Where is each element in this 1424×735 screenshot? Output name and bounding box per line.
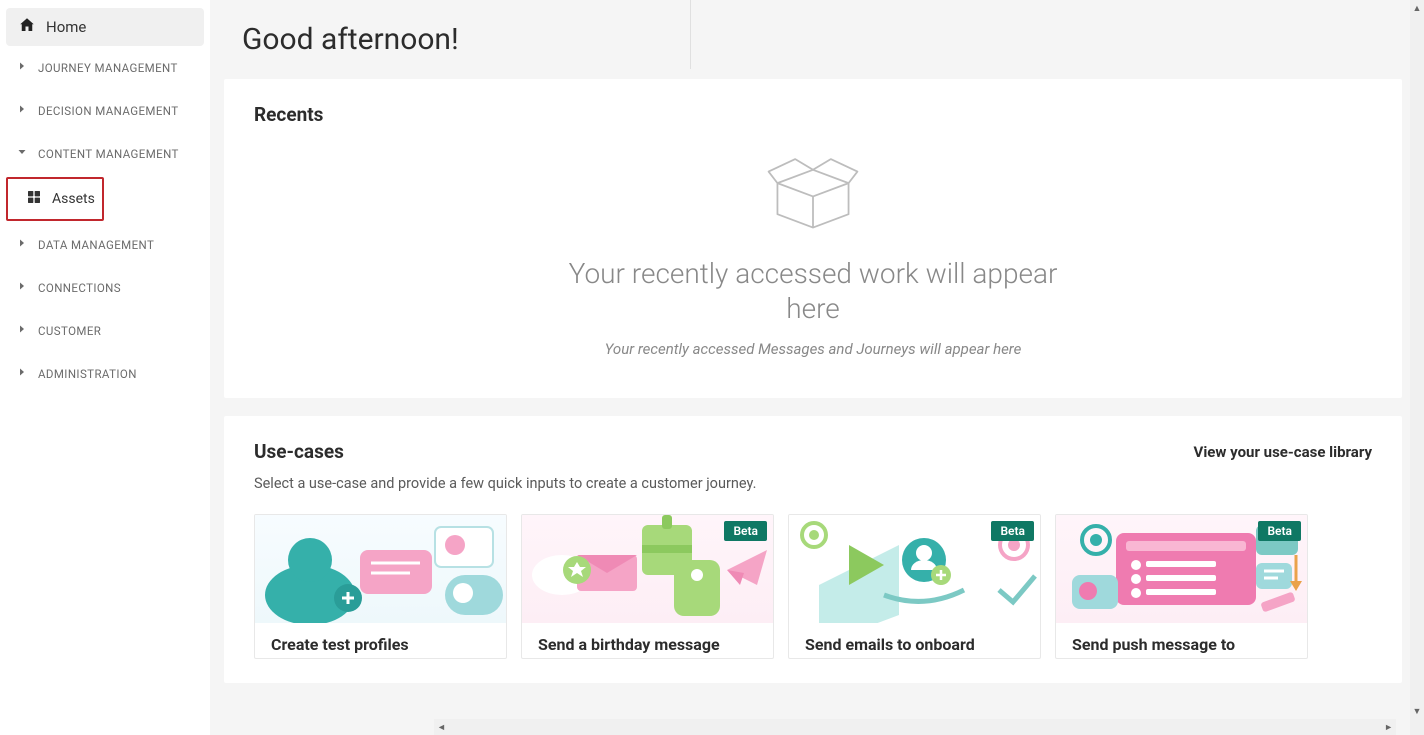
chevron-right-icon bbox=[16, 103, 28, 118]
nav-section-label: CONTENT MANAGEMENT bbox=[38, 147, 179, 161]
chevron-right-icon bbox=[16, 237, 28, 252]
beta-badge: Beta bbox=[991, 521, 1034, 541]
nav-section-content-management[interactable]: CONTENT MANAGEMENT bbox=[6, 132, 204, 175]
chevron-right-icon bbox=[16, 366, 28, 381]
usecases-card: Use-cases View your use-case library Sel… bbox=[224, 416, 1402, 683]
home-icon bbox=[18, 16, 36, 38]
nav-section-decision-management[interactable]: DECISION MANAGEMENT bbox=[6, 89, 204, 132]
usecases-grid: Create test profiles bbox=[254, 514, 1372, 659]
scroll-up-icon[interactable]: ▲ bbox=[1410, 0, 1424, 16]
scroll-right-icon[interactable]: ► bbox=[1384, 722, 1393, 733]
recents-empty-state: Your recently accessed work will appear … bbox=[254, 142, 1372, 358]
page-greeting: Good afternoon! bbox=[224, 0, 1402, 79]
usecases-description: Select a use-case and provide a few quic… bbox=[254, 475, 1372, 492]
chevron-right-icon bbox=[16, 280, 28, 295]
nav-item-label: Assets bbox=[52, 191, 95, 207]
nav-section-label: ADMINISTRATION bbox=[38, 367, 137, 381]
chevron-right-icon bbox=[16, 60, 28, 75]
nav-section-label: CUSTOMER bbox=[38, 324, 101, 338]
chevron-right-icon bbox=[16, 323, 28, 338]
assets-icon bbox=[26, 189, 42, 209]
usecase-card-birthday-message[interactable]: Beta Send a birthday message bbox=[521, 514, 774, 659]
scroll-left-icon[interactable]: ◄ bbox=[437, 722, 446, 733]
recents-empty-subtext: Your recently accessed Messages and Jour… bbox=[605, 340, 1022, 358]
recents-card: Recents Your recently accessed work will… bbox=[224, 79, 1402, 398]
usecase-illustration: Beta bbox=[1056, 515, 1307, 623]
sidebar: Home JOURNEY MANAGEMENT DECISION MANAGEM… bbox=[0, 0, 210, 735]
usecases-title: Use-cases bbox=[254, 440, 344, 463]
nav-section-administration[interactable]: ADMINISTRATION bbox=[6, 352, 204, 395]
usecase-card-onboard-emails[interactable]: Beta Send emails to onboard bbox=[788, 514, 1041, 659]
usecase-card-title: Send push message to bbox=[1056, 623, 1307, 658]
nav-section-customer[interactable]: CUSTOMER bbox=[6, 309, 204, 352]
nav-section-journey-management[interactable]: JOURNEY MANAGEMENT bbox=[6, 46, 204, 89]
usecase-illustration: Beta bbox=[522, 515, 773, 623]
nav-section-label: CONNECTIONS bbox=[38, 281, 121, 295]
chevron-down-icon bbox=[16, 146, 28, 161]
tutorial-highlight: Assets bbox=[6, 177, 104, 221]
nav-section-connections[interactable]: CONNECTIONS bbox=[6, 266, 204, 309]
nav-section-label: DECISION MANAGEMENT bbox=[38, 104, 178, 118]
usecase-card-title: Send emails to onboard bbox=[789, 623, 1040, 658]
scroll-down-icon[interactable]: ▼ bbox=[1410, 703, 1424, 719]
recents-empty-heading: Your recently accessed work will appear … bbox=[553, 256, 1073, 326]
open-box-icon bbox=[758, 152, 868, 236]
main-content: Good afternoon! Recents Your recently ac… bbox=[210, 0, 1410, 735]
nav-section-label: DATA MANAGEMENT bbox=[38, 238, 154, 252]
recents-title: Recents bbox=[254, 103, 1372, 126]
usecase-card-push-message[interactable]: Beta Send push message to bbox=[1055, 514, 1308, 659]
nav-item-assets[interactable]: Assets bbox=[8, 179, 102, 219]
usecase-illustration bbox=[255, 515, 506, 623]
nav-section-data-management[interactable]: DATA MANAGEMENT bbox=[6, 223, 204, 266]
usecase-illustration: Beta bbox=[789, 515, 1040, 623]
beta-badge: Beta bbox=[724, 521, 767, 541]
nav-home[interactable]: Home bbox=[6, 8, 204, 46]
usecase-card-create-test-profiles[interactable]: Create test profiles bbox=[254, 514, 507, 659]
page-scrollbar[interactable]: ▲ ▼ bbox=[1410, 0, 1424, 735]
horizontal-scrollbar[interactable]: ◄ ► bbox=[434, 719, 1396, 735]
view-usecase-library-link[interactable]: View your use-case library bbox=[1194, 443, 1372, 461]
nav-home-label: Home bbox=[46, 18, 86, 36]
usecase-card-title: Send a birthday message bbox=[522, 623, 773, 658]
nav-section-label: JOURNEY MANAGEMENT bbox=[38, 61, 178, 75]
beta-badge: Beta bbox=[1258, 521, 1301, 541]
usecase-card-title: Create test profiles bbox=[255, 623, 506, 658]
